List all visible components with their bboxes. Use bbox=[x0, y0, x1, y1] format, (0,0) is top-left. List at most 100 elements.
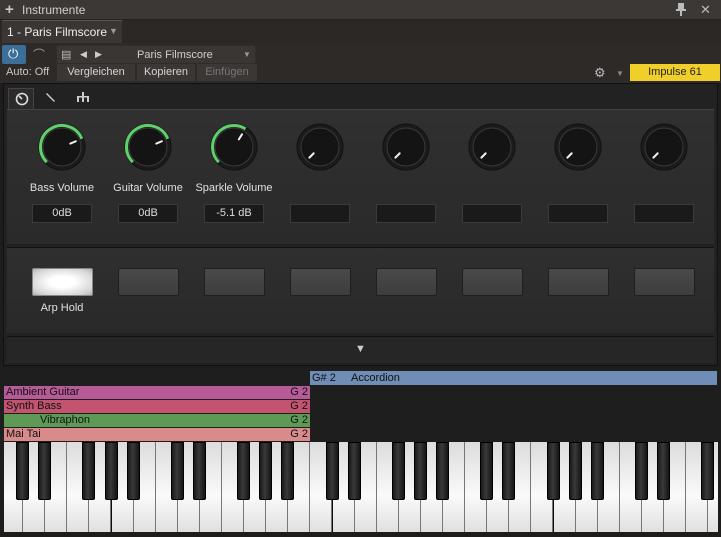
device-selector[interactable]: Impulse 61 bbox=[630, 64, 720, 81]
chevron-down-icon[interactable]: ▼ bbox=[616, 69, 624, 78]
expand-bar[interactable]: ▼ bbox=[7, 336, 714, 363]
black-key[interactable] bbox=[325, 442, 339, 500]
macro-knob[interactable] bbox=[293, 120, 347, 174]
macro-controls-panel: Bass Volume 0dB Guitar Volume 0dB Sparkle Vo… bbox=[3, 83, 718, 366]
macro-knob[interactable] bbox=[465, 120, 519, 174]
paste-button[interactable]: Einfügen bbox=[197, 64, 257, 81]
macro-button[interactable] bbox=[462, 268, 523, 296]
dial-icon bbox=[15, 92, 29, 106]
add-icon[interactable]: + bbox=[5, 1, 14, 18]
macro-button[interactable] bbox=[548, 268, 609, 296]
black-key[interactable] bbox=[259, 442, 273, 500]
macro-button[interactable] bbox=[634, 268, 695, 296]
black-key[interactable] bbox=[657, 442, 670, 500]
black-key[interactable] bbox=[192, 442, 206, 500]
layer-name: Vibraphon bbox=[40, 414, 90, 426]
black-key[interactable] bbox=[413, 442, 427, 500]
split-lane-accordion[interactable]: G# 2 Accordion bbox=[310, 371, 717, 385]
compare-button[interactable]: Vergleichen bbox=[57, 64, 135, 81]
layer-note: G 2 bbox=[290, 414, 308, 426]
knob-value-field[interactable] bbox=[462, 204, 522, 223]
black-key[interactable] bbox=[502, 442, 516, 500]
black-key[interactable] bbox=[170, 442, 184, 500]
black-key[interactable] bbox=[38, 442, 52, 500]
layer-name: Synth Bass bbox=[6, 400, 62, 412]
macro-knob[interactable] bbox=[551, 120, 605, 174]
gear-icon[interactable]: ⚙ bbox=[594, 65, 606, 81]
automation-mode[interactable]: Auto: Off bbox=[6, 66, 49, 78]
instrument-tab-bar: 1 - Paris Filmscore ▼ bbox=[0, 20, 721, 43]
macro-button[interactable] bbox=[290, 268, 351, 296]
routing-button[interactable]: ⌒ bbox=[28, 45, 52, 64]
button-section: Arp Hold bbox=[7, 247, 714, 333]
layer-lane[interactable]: Synth Bass G 2 bbox=[4, 400, 310, 413]
macro-button[interactable] bbox=[32, 268, 93, 296]
black-key[interactable] bbox=[590, 442, 604, 500]
black-key[interactable] bbox=[701, 442, 715, 500]
tab-macros[interactable] bbox=[8, 88, 34, 110]
window-title: Instrumente bbox=[22, 3, 86, 17]
layer-lane[interactable]: Ambient Guitar G 2 bbox=[4, 386, 310, 399]
macro-button[interactable] bbox=[118, 268, 179, 296]
wrench-icon bbox=[46, 93, 55, 102]
macro-knob[interactable] bbox=[207, 120, 261, 174]
expand-down-icon[interactable]: ▼ bbox=[355, 343, 366, 355]
black-key[interactable] bbox=[104, 442, 118, 500]
black-key[interactable] bbox=[436, 442, 449, 500]
knob-value-field[interactable]: 0dB bbox=[32, 204, 92, 223]
knob-value-field[interactable] bbox=[376, 204, 436, 223]
preset-selector[interactable]: ▤ ◀ ▶ Paris Filmscore ▼ bbox=[56, 45, 256, 64]
macro-knob[interactable] bbox=[637, 120, 691, 174]
black-key[interactable] bbox=[237, 442, 251, 500]
black-key[interactable] bbox=[16, 442, 30, 500]
close-icon[interactable]: ✕ bbox=[700, 2, 711, 18]
black-key[interactable] bbox=[281, 442, 295, 500]
plugin-toolbar: ⏻ ⌒ ▤ ◀ ▶ Paris Filmscore ▼ Auto: Off Ve… bbox=[0, 43, 721, 83]
split-note: G# 2 bbox=[312, 372, 336, 384]
split-name: Accordion bbox=[351, 372, 400, 384]
macro-knob[interactable] bbox=[35, 120, 89, 174]
chevron-down-icon[interactable]: ▼ bbox=[109, 26, 118, 36]
piano-keyboard[interactable] bbox=[4, 442, 718, 532]
black-key[interactable] bbox=[546, 442, 560, 500]
previous-preset-icon[interactable]: ◀ bbox=[80, 49, 87, 60]
black-key[interactable] bbox=[480, 442, 494, 500]
macro-button[interactable] bbox=[204, 268, 265, 296]
knob-value-field[interactable] bbox=[290, 204, 350, 223]
layer-name: Ambient Guitar bbox=[6, 386, 80, 398]
black-key[interactable] bbox=[391, 442, 405, 500]
knob-value-field[interactable] bbox=[548, 204, 608, 223]
next-preset-icon[interactable]: ▶ bbox=[95, 49, 102, 60]
layer-lane[interactable]: Mai Tai G 2 bbox=[4, 428, 310, 441]
button-label: Arp Hold bbox=[40, 302, 84, 314]
layer-note: G 2 bbox=[290, 428, 308, 440]
layer-lane[interactable]: Vibraphon G 2 bbox=[4, 414, 310, 427]
file-icon[interactable]: ▤ bbox=[61, 48, 71, 61]
routing-icon: ⌒ bbox=[33, 48, 46, 62]
tab-settings[interactable] bbox=[38, 88, 64, 110]
preset-name: Paris Filmscore bbox=[137, 49, 213, 61]
copy-button[interactable]: Kopieren bbox=[137, 64, 195, 81]
title-bar: + Instrumente ✕ bbox=[0, 0, 721, 20]
tab-routing[interactable] bbox=[70, 88, 96, 110]
black-key[interactable] bbox=[347, 442, 361, 500]
power-button[interactable]: ⏻ bbox=[2, 45, 26, 64]
hierarchy-icon bbox=[77, 92, 89, 102]
tab-label: 1 - Paris Filmscore bbox=[7, 25, 108, 39]
black-key[interactable] bbox=[126, 442, 140, 500]
macro-button[interactable] bbox=[376, 268, 437, 296]
black-key[interactable] bbox=[568, 442, 582, 500]
pin-icon[interactable] bbox=[676, 3, 686, 16]
knob-value-field[interactable]: 0dB bbox=[118, 204, 178, 223]
knob-label: Bass Volume bbox=[29, 182, 95, 194]
layer-note: G 2 bbox=[290, 386, 308, 398]
tab-instrument[interactable]: 1 - Paris Filmscore ▼ bbox=[2, 20, 122, 43]
knob-value-field[interactable]: -5.1 dB bbox=[204, 204, 264, 223]
macro-knob[interactable] bbox=[121, 120, 175, 174]
knob-section: Bass Volume 0dB Guitar Volume 0dB Sparkle Vo… bbox=[7, 109, 714, 244]
macro-knob[interactable] bbox=[379, 120, 433, 174]
knob-value-field[interactable] bbox=[634, 204, 694, 223]
chevron-down-icon[interactable]: ▼ bbox=[243, 50, 251, 59]
black-key[interactable] bbox=[634, 442, 648, 500]
black-key[interactable] bbox=[82, 442, 96, 500]
